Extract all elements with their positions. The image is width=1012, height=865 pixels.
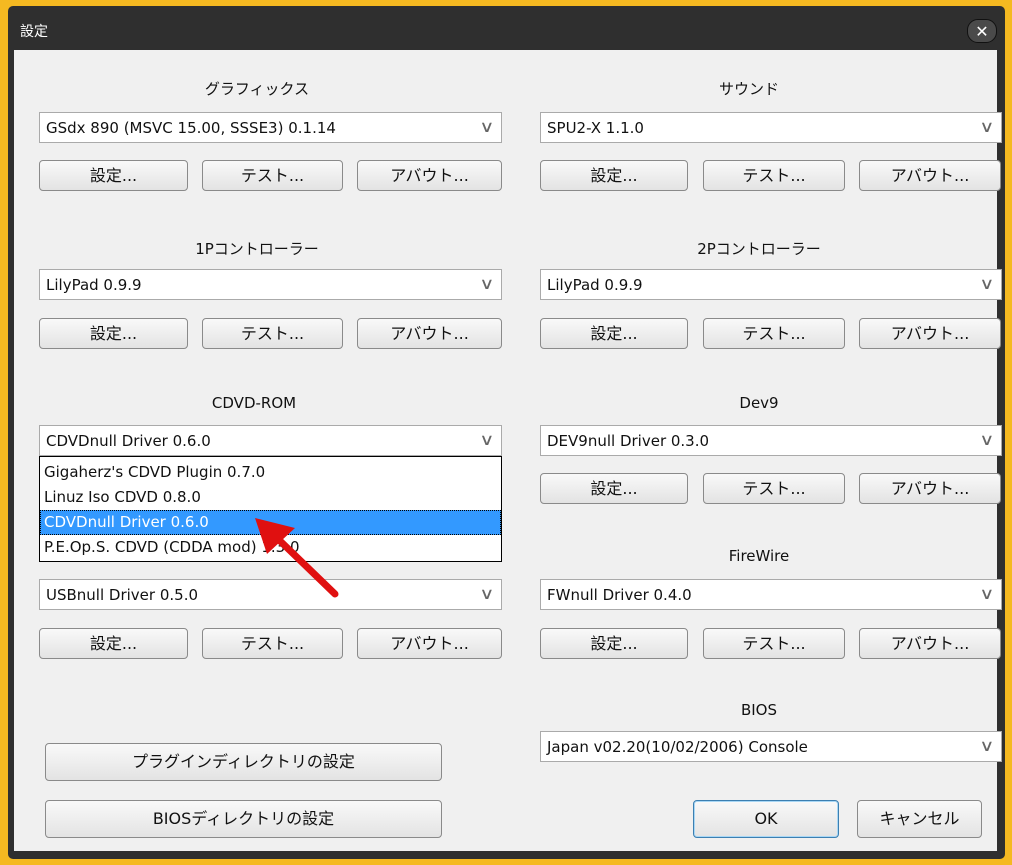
pad1-plugin-select[interactable]: LilyPad 0.9.9 ∨ [39,269,502,300]
firewire-config-button[interactable]: 設定... [540,628,688,659]
firewire-test-button[interactable]: テスト... [703,628,845,659]
dropdown-option[interactable]: Linuz Iso CDVD 0.8.0 [40,485,501,510]
chevron-down-icon: ∨ [979,430,995,449]
dev9-test-button[interactable]: テスト... [703,473,845,504]
ok-button[interactable]: OK [693,800,839,838]
pad2-plugin-value: LilyPad 0.9.9 [547,276,643,294]
plugin-directory-button[interactable]: プラグインディレクトリの設定 [45,743,442,781]
cdvd-plugin-select[interactable]: CDVDnull Driver 0.6.0 ∨ [39,425,502,456]
firewire-plugin-value: FWnull Driver 0.4.0 [547,586,692,604]
chevron-down-icon: ∨ [979,117,995,136]
pad1-test-button[interactable]: テスト... [202,318,343,349]
bios-directory-button[interactable]: BIOSディレクトリの設定 [45,800,442,838]
pad1-plugin-value: LilyPad 0.9.9 [46,276,142,294]
cancel-button[interactable]: キャンセル [857,800,982,838]
bios-select[interactable]: Japan v02.20(10/02/2006) Console ∨ [540,731,1002,762]
graphics-label: グラフィックス [204,80,310,98]
pad2-test-button[interactable]: テスト... [703,318,845,349]
chevron-down-icon: ∨ [979,274,995,293]
firewire-about-button[interactable]: アバウト... [859,628,1001,659]
graphics-plugin-value: GSdx 890 (MSVC 15.00, SSSE3) 0.1.14 [46,119,336,137]
dropdown-option[interactable]: Gigaherz's CDVD Plugin 0.7.0 [40,460,501,485]
settings-window: 設定 ✕ グラフィックス GSdx 890 (MSVC 15.00, SSSE3… [8,6,1005,859]
usb-test-button[interactable]: テスト... [202,628,343,659]
pad1-label: 1Pコントローラー [195,240,319,258]
usb-about-button[interactable]: アバウト... [357,628,502,659]
sound-plugin-select[interactable]: SPU2-X 1.1.0 ∨ [540,112,1002,143]
pad2-label: 2Pコントローラー [697,240,821,258]
pad2-about-button[interactable]: アバウト... [859,318,1001,349]
graphics-test-button[interactable]: テスト... [202,160,343,191]
usb-plugin-value: USBnull Driver 0.5.0 [46,586,198,604]
sound-about-button[interactable]: アバウト... [859,160,1001,191]
graphics-about-button[interactable]: アバウト... [357,160,502,191]
chevron-down-icon: ∨ [479,117,495,136]
sound-test-button[interactable]: テスト... [703,160,845,191]
dev9-plugin-select[interactable]: DEV9null Driver 0.3.0 ∨ [540,425,1002,456]
graphics-plugin-select[interactable]: GSdx 890 (MSVC 15.00, SSSE3) 0.1.14 ∨ [39,112,502,143]
pad1-config-button[interactable]: 設定... [39,318,188,349]
chevron-down-icon: ∨ [979,584,995,603]
sound-config-button[interactable]: 設定... [540,160,688,191]
sound-label: サウンド [718,80,779,98]
dev9-config-button[interactable]: 設定... [540,473,688,504]
pad1-about-button[interactable]: アバウト... [357,318,502,349]
red-arrow-icon [255,518,339,598]
chevron-down-icon: ∨ [979,736,995,755]
usb-config-button[interactable]: 設定... [39,628,188,659]
pad2-config-button[interactable]: 設定... [540,318,688,349]
dev9-plugin-value: DEV9null Driver 0.3.0 [547,432,710,450]
firewire-label: FireWire [728,547,790,565]
graphics-config-button[interactable]: 設定... [39,160,188,191]
firewire-plugin-select[interactable]: FWnull Driver 0.4.0 ∨ [540,579,1002,610]
window-title: 設定 [20,24,48,40]
chevron-down-icon: ∨ [479,274,495,293]
close-button[interactable]: ✕ [967,19,997,43]
settings-panel: グラフィックス GSdx 890 (MSVC 15.00, SSSE3) 0.1… [14,50,1002,851]
title-bar: 設定 ✕ [8,6,1005,50]
dev9-label: Dev9 [739,394,779,412]
bios-value: Japan v02.20(10/02/2006) Console [547,738,808,756]
dev9-about-button[interactable]: アバウト... [859,473,1001,504]
cdvd-label: CDVD-ROM [211,394,297,412]
sound-plugin-value: SPU2-X 1.1.0 [547,119,644,137]
pad2-plugin-select[interactable]: LilyPad 0.9.9 ∨ [540,269,1002,300]
chevron-down-icon: ∨ [479,430,495,449]
chevron-down-icon: ∨ [479,584,495,603]
cdvd-plugin-value: CDVDnull Driver 0.6.0 [46,432,211,450]
bios-label: BIOS [740,701,778,719]
